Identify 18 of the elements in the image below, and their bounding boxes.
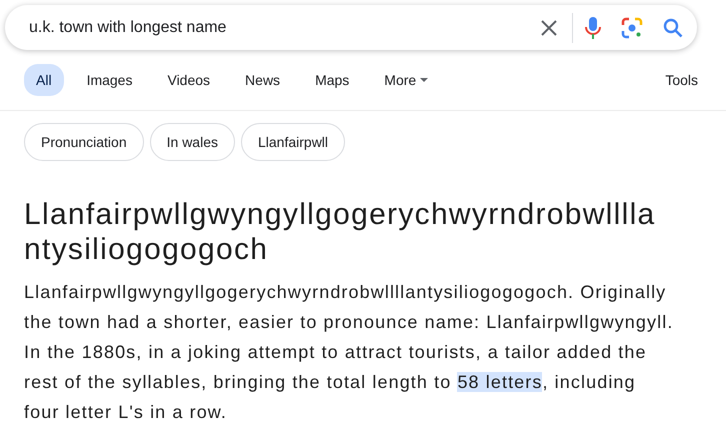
search-tab[interactable]: More xyxy=(372,64,440,96)
answer-snippet: Llanfairpwllgwyngyllgogerychwyrndrobwllllantysiliogogogoch. Originally the town had a shorter, easier to pronounce name: Llanfairpwllgwyngyll. In the 1880s, in a joking attempt to attract tourists, a tailor added the rest of the syllables, bringing the total length to 58 letters, including four letter L's in a row. xyxy=(24,281,674,424)
suggestion-chip[interactable]: In wales xyxy=(150,123,235,161)
search-tab[interactable]: Videos xyxy=(155,64,222,96)
suggestion-chip[interactable]: Pronunciation xyxy=(24,123,144,161)
search-tab[interactable]: Maps xyxy=(303,64,362,96)
search-tab[interactable]: News xyxy=(233,64,292,96)
caret-icon xyxy=(420,78,428,82)
tools-button[interactable]: Tools xyxy=(661,64,702,96)
search-tab[interactable]: All xyxy=(24,64,64,96)
suggestion-chip[interactable]: Llanfairpwll xyxy=(240,123,346,161)
answer-title: Llanfairpwllgwyngyllgogerychwyrndrobwllllantysiliogogogoch xyxy=(24,197,657,267)
close-icon[interactable] xyxy=(540,18,558,36)
camera-icon[interactable] xyxy=(621,16,643,38)
search-tab[interactable]: Images xyxy=(74,64,144,96)
search-icon[interactable] xyxy=(663,18,683,38)
microphone-icon[interactable] xyxy=(585,16,601,40)
search-field[interactable]: u.k. town with longest name xyxy=(29,18,540,36)
